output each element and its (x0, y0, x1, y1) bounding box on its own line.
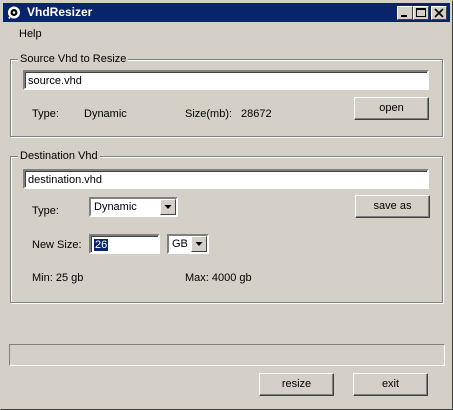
unit-dropdown-button[interactable] (191, 236, 207, 252)
max-size-text: Max: 4000 gb (185, 272, 252, 284)
app-window: VhdResizer Help Source Vhd to Resize sou… (0, 0, 453, 410)
save-as-button[interactable]: save as (355, 195, 430, 218)
close-button[interactable] (431, 6, 447, 20)
source-group-label: Source Vhd to Resize (18, 52, 129, 66)
source-size-label: Size(mb): (185, 108, 233, 120)
type-dropdown-button[interactable] (160, 199, 176, 215)
new-size-label: New Size: (32, 239, 82, 251)
menu-help[interactable]: Help (19, 27, 42, 41)
new-size-value: 26 (94, 239, 109, 251)
close-icon (434, 8, 444, 18)
source-size-value: 28672 (241, 108, 272, 120)
menu-bar: Help (3, 23, 450, 43)
minimize-button[interactable] (397, 6, 413, 20)
destination-type-label: Type: (32, 205, 59, 217)
open-button[interactable]: open (354, 97, 429, 120)
exit-button[interactable]: exit (353, 373, 428, 396)
min-size-text: Min: 25 gb (32, 272, 84, 284)
resize-button[interactable]: resize (259, 373, 334, 396)
window-title: VhdResizer (27, 5, 93, 19)
maximize-icon (416, 8, 426, 17)
destination-path-input[interactable]: destination.vhd (23, 169, 429, 189)
title-bar[interactable]: VhdResizer (3, 3, 450, 22)
chevron-down-icon (164, 205, 172, 209)
new-size-input[interactable]: 26 (89, 234, 160, 254)
source-path-input[interactable]: source.vhd (23, 70, 429, 90)
source-type-label: Type: (32, 108, 59, 120)
app-icon[interactable] (6, 5, 22, 20)
size-unit-selected: GB (172, 238, 188, 250)
progress-bar (9, 344, 445, 366)
source-group: Source Vhd to Resize source.vhd Type: Dy… (10, 52, 443, 137)
source-type-value: Dynamic (84, 108, 127, 120)
minimize-icon (401, 15, 407, 17)
destination-group-label: Destination Vhd (18, 149, 100, 163)
chevron-down-icon (195, 242, 203, 246)
destination-group: Destination Vhd destination.vhd Type: Dy… (10, 149, 443, 303)
maximize-button[interactable] (413, 6, 429, 20)
destination-type-selected: Dynamic (94, 201, 137, 213)
size-unit-select[interactable]: GB (167, 234, 209, 254)
destination-type-select[interactable]: Dynamic (89, 197, 178, 217)
